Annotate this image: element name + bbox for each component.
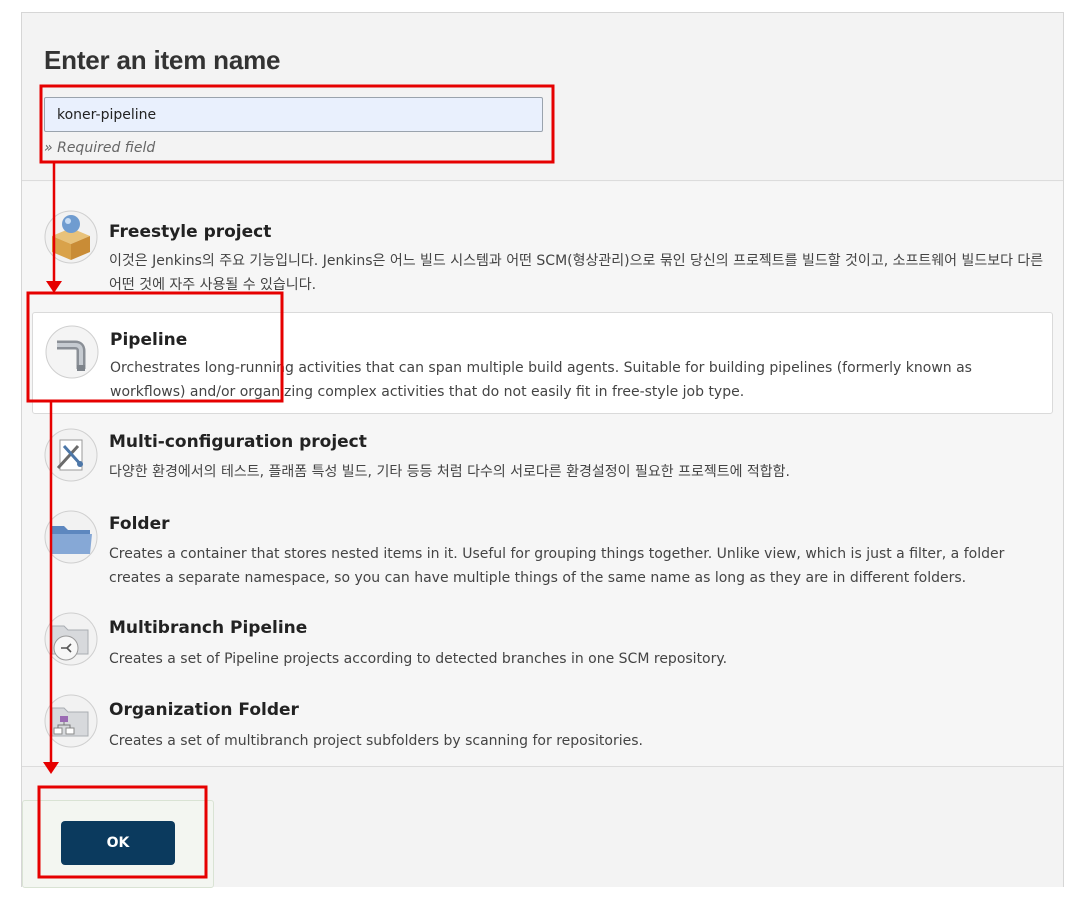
item-type-freestyle[interactable]: Freestyle project 이것은 Jenkins의 주요 기능입니다.… (32, 200, 1053, 296)
item-type-list: Freestyle project 이것은 Jenkins의 주요 기능입니다.… (22, 182, 1063, 767)
item-type-description: Creates a container that stores nested i… (109, 546, 1005, 586)
item-type-description: 다양한 환경에서의 테스트, 플래폼 특성 빌드, 기타 등등 처럼 다수의 서… (109, 464, 791, 480)
item-name-input[interactable] (44, 97, 543, 132)
item-type-description: Orchestrates long-running activities tha… (110, 360, 972, 400)
freestyle-box-icon (44, 210, 98, 264)
item-type-multibranch-pipeline[interactable]: Multibranch Pipeline Creates a set of Pi… (32, 602, 1053, 674)
footer-bar: OK (22, 766, 1063, 888)
item-type-description: Creates a set of Pipeline projects accor… (109, 651, 728, 667)
multibranch-folder-icon (44, 612, 98, 666)
item-type-title: Organization Folder (109, 700, 299, 720)
folder-icon (44, 510, 98, 564)
pipe-icon (45, 325, 99, 379)
item-type-title: Multibranch Pipeline (109, 618, 308, 638)
tools-icon (44, 428, 98, 482)
new-item-panel: Enter an item name » Required field Free… (21, 12, 1064, 888)
item-type-description: 이것은 Jenkins의 주요 기능입니다. Jenkins은 어느 빌드 시스… (109, 253, 1044, 293)
required-field-hint: » Required field (44, 140, 156, 156)
ok-button[interactable]: OK (61, 821, 175, 865)
page-title: Enter an item name (44, 45, 281, 75)
organization-folder-icon (44, 694, 98, 748)
item-type-title: Folder (109, 514, 170, 534)
item-name-section: Enter an item name » Required field (22, 13, 1063, 181)
item-type-folder[interactable]: Folder Creates a container that stores n… (32, 500, 1053, 596)
item-type-pipeline[interactable]: Pipeline Orchestrates long-running activ… (32, 312, 1053, 414)
item-type-title: Multi-configuration project (109, 432, 367, 452)
item-type-title: Freestyle project (109, 222, 272, 242)
item-type-description: Creates a set of multibranch project sub… (109, 733, 643, 749)
item-type-multi-configuration[interactable]: Multi-configuration project 다양한 환경에서의 테스… (32, 418, 1053, 486)
item-type-organization-folder[interactable]: Organization Folder Creates a set of mul… (32, 684, 1053, 756)
item-type-title: Pipeline (110, 330, 188, 350)
